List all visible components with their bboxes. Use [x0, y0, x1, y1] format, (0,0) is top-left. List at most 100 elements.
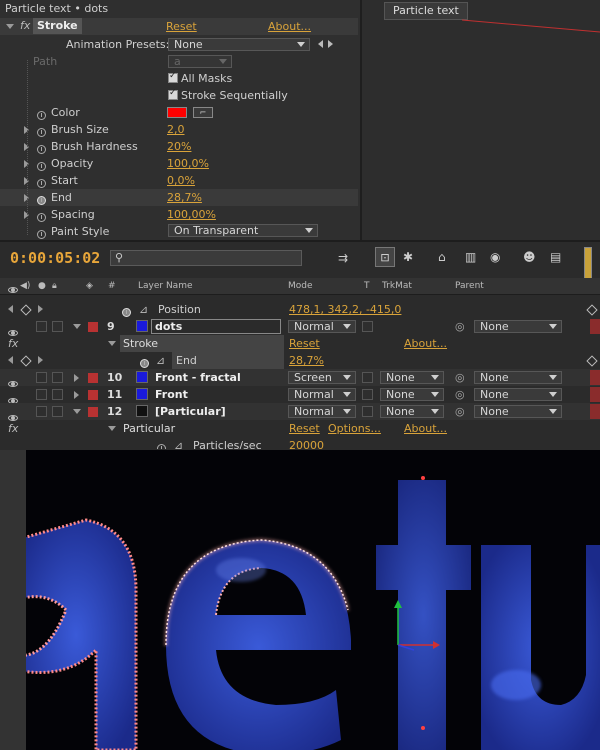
lock-toggle[interactable] [52, 321, 63, 332]
layer-bar[interactable] [590, 404, 600, 419]
fx-icon[interactable]: fx [8, 335, 18, 352]
position-value[interactable]: 478,1, 342,2, -415,0 [289, 301, 401, 318]
composition-tab[interactable]: Particle text [384, 2, 468, 20]
solo-toggle[interactable] [36, 389, 47, 400]
particles-value[interactable]: 20000 [289, 437, 324, 449]
solo-toggle[interactable] [36, 321, 47, 332]
keyframe-icon[interactable] [20, 355, 32, 367]
stopwatch-icon[interactable] [37, 162, 46, 171]
stopwatch-icon[interactable] [122, 308, 131, 317]
mode-dropdown[interactable]: Normal [288, 320, 356, 333]
stopwatch-icon[interactable] [157, 444, 166, 449]
graph-editor-icon[interactable]: ▤ [550, 250, 561, 264]
graph-icon[interactable]: ⊿ [174, 437, 183, 449]
stroke-effect-header[interactable]: fx Stroke Reset About... [0, 18, 358, 35]
opacity-value[interactable]: 100,0% [167, 155, 209, 172]
kf-next-icon[interactable] [38, 305, 43, 313]
layer-name[interactable]: Front - fractal [155, 369, 241, 386]
layer-bar[interactable] [590, 370, 600, 385]
mode-dropdown[interactable]: Normal [288, 388, 356, 401]
stopwatch-icon[interactable] [37, 230, 46, 239]
layer-row-9[interactable]: 9 dots Normal ◎ None [0, 318, 600, 336]
label-color[interactable] [88, 373, 98, 383]
timeline-keyframe-icon[interactable] [586, 304, 598, 316]
brainstorm-icon[interactable]: ☻ [523, 250, 536, 264]
reset-link[interactable]: Reset [166, 20, 197, 33]
comp-mini-flowchart-icon[interactable]: ⇉ [338, 251, 348, 265]
spacing-value[interactable]: 100,00% [167, 206, 216, 223]
preserve-transparency-toggle[interactable] [362, 389, 373, 400]
trkmat-dropdown[interactable]: None [380, 371, 444, 384]
brush-size-value[interactable]: 2,0 [167, 121, 185, 138]
preserve-transparency-toggle[interactable] [362, 372, 373, 383]
layer-name-field[interactable]: dots [151, 319, 281, 334]
stopwatch-icon[interactable] [37, 213, 46, 222]
stopwatch-icon[interactable] [37, 196, 46, 205]
layer-bar[interactable] [590, 387, 600, 402]
end-value[interactable]: 28,7% [289, 352, 324, 369]
draft-3d-icon[interactable]: ✱ [403, 250, 413, 264]
color-swatch[interactable] [167, 107, 187, 118]
search-input[interactable]: ⚲ [110, 250, 302, 266]
about-link[interactable]: About... [268, 20, 311, 33]
label-color[interactable] [88, 407, 98, 417]
trkmat-dropdown[interactable]: None [380, 388, 444, 401]
stroke-reset-link[interactable]: Reset [289, 335, 320, 352]
stopwatch-icon[interactable] [37, 128, 46, 137]
particular-about-link[interactable]: About... [404, 420, 447, 437]
parent-dropdown[interactable]: None [474, 388, 562, 401]
frame-blending-icon[interactable]: ▥ [465, 250, 476, 264]
start-value[interactable]: 0,0% [167, 172, 195, 189]
fx-icon[interactable]: fx [8, 420, 18, 437]
kf-prev-icon[interactable] [8, 356, 13, 364]
particular-reset-link[interactable]: Reset [289, 420, 320, 437]
parent-dropdown[interactable]: None [474, 405, 562, 418]
label-color[interactable] [88, 322, 98, 332]
preserve-transparency-toggle[interactable] [362, 321, 373, 332]
stopwatch-icon[interactable] [140, 359, 149, 368]
layer-row-12[interactable]: 12 [Particular] Normal None ◎ None [0, 403, 600, 421]
preserve-transparency-toggle[interactable] [362, 406, 373, 417]
lock-toggle[interactable] [52, 406, 63, 417]
pickwhip-icon[interactable]: ◎ [455, 386, 465, 403]
layer-bar[interactable] [590, 319, 600, 334]
timecode[interactable]: 0:00:05:02 [10, 249, 100, 267]
parent-dropdown[interactable]: None [474, 371, 562, 384]
particular-options-link[interactable]: Options... [328, 420, 381, 437]
stopwatch-icon[interactable] [37, 111, 46, 120]
graph-icon[interactable]: ⊿ [139, 301, 148, 318]
expand-triangle-icon[interactable] [108, 426, 116, 431]
eyedropper-icon[interactable]: ⌐ [193, 107, 213, 118]
lock-toggle[interactable] [52, 389, 63, 400]
pickwhip-icon[interactable]: ◎ [455, 369, 465, 386]
solo-toggle[interactable] [36, 372, 47, 383]
trkmat-dropdown[interactable]: None [380, 405, 444, 418]
lock-toggle[interactable] [52, 372, 63, 383]
hide-shy-icon[interactable]: ⌂ [438, 250, 446, 264]
all-masks-checkbox[interactable]: All Masks [168, 71, 232, 85]
stroke-effect-name[interactable]: Stroke [120, 335, 284, 352]
keyframe-icon[interactable] [20, 304, 32, 316]
solo-toggle[interactable] [36, 406, 47, 417]
expand-triangle-icon[interactable] [73, 409, 81, 414]
motion-blur-icon[interactable]: ◉ [490, 250, 500, 264]
stopwatch-icon[interactable] [37, 179, 46, 188]
path-dropdown[interactable]: a [168, 55, 232, 68]
layer-name[interactable]: Front [155, 386, 188, 403]
collapse-triangle-icon[interactable] [6, 24, 14, 29]
fx-icon[interactable]: fx [20, 19, 30, 32]
parent-dropdown[interactable]: None [474, 320, 562, 333]
animation-presets-dropdown[interactable]: None [168, 38, 310, 51]
expand-triangle-icon[interactable] [73, 324, 81, 329]
preset-prev-icon[interactable] [318, 40, 323, 48]
graph-icon[interactable]: ⊿ [156, 352, 165, 369]
expand-triangle-icon[interactable] [74, 391, 79, 399]
pickwhip-icon[interactable]: ◎ [455, 403, 465, 420]
effect-name[interactable]: Stroke [33, 18, 82, 34]
brush-hardness-value[interactable]: 20% [167, 138, 191, 155]
stroke-about-link[interactable]: About... [404, 335, 447, 352]
particular-effect-name[interactable]: Particular [123, 420, 175, 437]
expand-triangle-icon[interactable] [108, 341, 116, 346]
live-update-icon[interactable]: ⊡ [375, 247, 395, 267]
stroke-sequentially-checkbox[interactable]: Stroke Sequentially [168, 88, 288, 102]
